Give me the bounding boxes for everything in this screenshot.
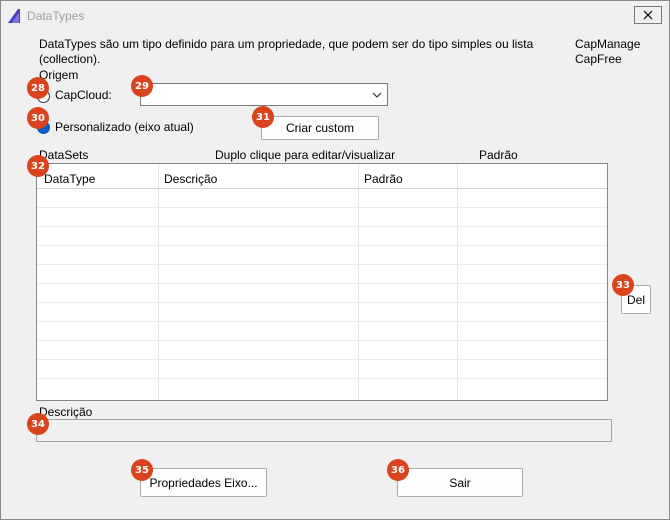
window-title: DataTypes	[27, 9, 85, 23]
column-header-datatype[interactable]: DataType	[44, 172, 95, 186]
datasets-table[interactable]: DataType Descrição Padrão	[36, 163, 608, 401]
annotation-badge-34: 34	[27, 413, 49, 435]
intro-description: DataTypes são um tipo definido para um p…	[39, 37, 534, 66]
datasets-hint: Duplo clique para editar/visualizar	[215, 148, 396, 162]
annotation-badge-35: 35	[131, 459, 153, 481]
capcloud-label: CapCloud:	[55, 88, 112, 102]
capfree-label: CapFree	[575, 52, 622, 66]
descricao-field	[36, 419, 612, 442]
capcloud-select[interactable]	[140, 83, 388, 106]
chevron-down-icon	[372, 92, 382, 98]
annotation-badge-36: 36	[387, 459, 409, 481]
capmanage-label: CapManage	[575, 37, 641, 51]
title-bar: DataTypes	[1, 1, 669, 31]
padrao-header-label: Padrão	[479, 148, 518, 162]
annotation-badge-28: 28	[27, 77, 49, 99]
annotation-badge-33: 33	[612, 274, 634, 296]
annotation-badge-31: 31	[252, 106, 274, 128]
app-logo-icon	[8, 9, 20, 23]
annotation-badge-30: 30	[27, 107, 49, 129]
datatypes-window: DataTypes DataTypes são um tipo definido…	[0, 0, 670, 520]
column-header-descricao[interactable]: Descrição	[164, 172, 217, 186]
annotation-badge-32: 32	[27, 155, 49, 177]
annotation-badge-29: 29	[131, 75, 153, 97]
criar-custom-button[interactable]: Criar custom	[261, 116, 379, 140]
close-icon	[643, 10, 653, 20]
column-header-padrao[interactable]: Padrão	[364, 172, 403, 186]
propriedades-eixo-button[interactable]: Propriedades Eixo...	[140, 468, 267, 497]
sair-button[interactable]: Sair	[397, 468, 523, 497]
personalizado-label: Personalizado (eixo atual)	[55, 120, 194, 134]
close-button[interactable]	[634, 6, 662, 24]
